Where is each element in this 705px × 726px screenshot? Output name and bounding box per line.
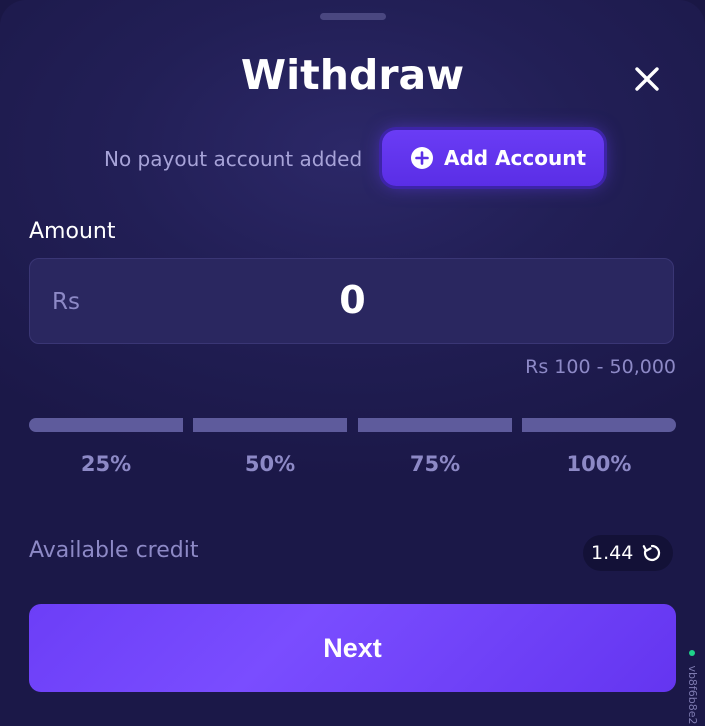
percent-label: 100% [566,452,632,476]
percent-label: 50% [244,452,296,476]
refresh-icon[interactable] [641,542,663,564]
percent-option-50[interactable]: 50% [193,418,347,478]
percent-label: 25% [80,452,132,476]
available-credit-label: Available credit [29,538,199,563]
percent-selector: 25% 50% 75% 100% [29,418,676,478]
withdraw-modal: Withdraw No payout account added Add Acc… [0,0,705,726]
amount-field[interactable]: Rs [29,258,675,344]
percent-bar [522,418,676,432]
amount-range-hint: Rs 100 - 50,000 [525,356,676,378]
percent-bar [29,418,183,432]
add-account-button[interactable]: Add Account [382,130,604,186]
close-icon [624,56,670,102]
percent-option-25[interactable]: 25% [29,418,183,478]
amount-label: Amount [29,219,116,244]
percent-option-75[interactable]: 75% [358,418,512,478]
next-button[interactable]: Next [29,604,676,692]
percent-option-100[interactable]: 100% [522,418,676,478]
percent-bar [358,418,512,432]
payout-account-row: No payout account added Add Account [0,130,705,188]
build-tag: vb8f6b8e2 [685,650,699,726]
add-account-label: Add Account [444,146,587,170]
credit-value: 1.44 [591,542,634,564]
status-dot [689,650,695,656]
percent-bar [193,418,347,432]
drag-handle[interactable] [320,13,386,20]
build-id-text: vb8f6b8e2 [686,665,699,725]
credit-badge: 1.44 [583,535,673,571]
amount-input[interactable] [30,277,675,323]
plus-circle-icon [410,146,434,170]
percent-label: 75% [409,452,461,476]
payout-status-text: No payout account added [104,147,363,171]
close-button[interactable] [624,56,670,102]
modal-title: Withdraw [240,51,465,99]
next-label: Next [323,633,382,663]
